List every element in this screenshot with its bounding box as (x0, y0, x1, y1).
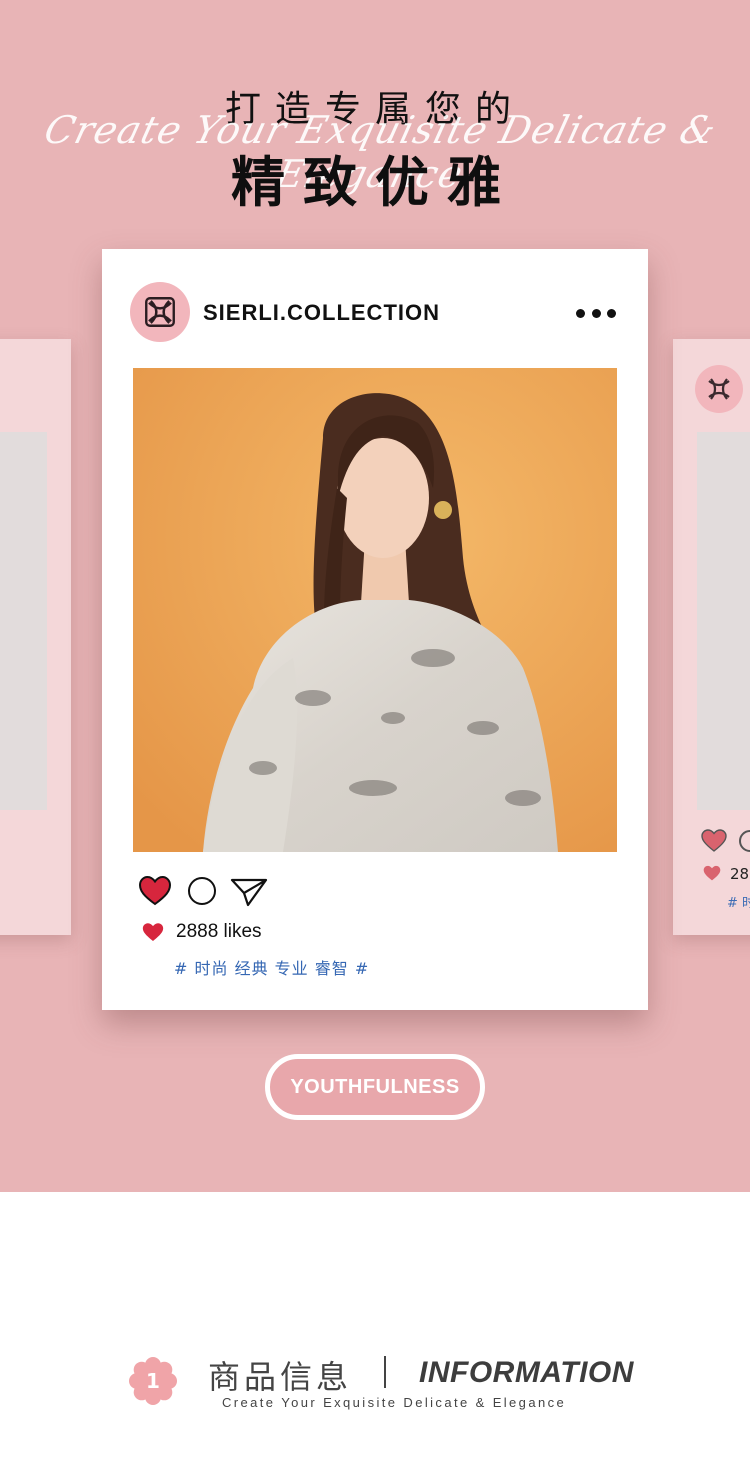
info-subtitle: Create Your Exquisite Delicate & Eleganc… (222, 1395, 567, 1410)
info-divider (384, 1356, 386, 1388)
section-number: 1 (146, 1369, 160, 1393)
more-dots-icon[interactable] (576, 307, 616, 319)
post-card: SIERLI.COLLECTION 2888 likes # 时尚 经典 专业 … (102, 249, 648, 1010)
hero-section: 打造专属您的 Create Your Exquisite Delicate & … (0, 0, 750, 1192)
post-photo (133, 368, 617, 852)
likes-row: 2888 likes (142, 921, 262, 943)
likes-heart-icon (142, 922, 164, 941)
side-card-right-image (697, 432, 750, 810)
section-number-flower-icon: 1 (129, 1357, 177, 1405)
comment-icon[interactable] (188, 877, 216, 905)
side-heart-icon (701, 829, 727, 852)
like-heart-icon[interactable] (138, 875, 172, 907)
side-card-right: 28 # 时 (673, 339, 750, 935)
side-card-avatar (695, 365, 743, 413)
info-title-cn: 商品信息 (208, 1358, 353, 1396)
post-hashtags[interactable]: # 时尚 经典 专业 睿智 # (174, 955, 369, 979)
side-card-left-image (0, 432, 47, 810)
side-likes-count: 28 (730, 865, 750, 883)
likes-count[interactable]: 2888 likes (176, 921, 262, 943)
side-comment-icon (739, 830, 750, 852)
profile-handle[interactable]: SIERLI.COLLECTION (203, 300, 440, 326)
info-title-en: INFORMATION (419, 1356, 634, 1389)
style-badge: YOUTHFULNESS (265, 1054, 485, 1120)
side-likes-heart-icon (703, 865, 721, 881)
side-tags: # 时 (727, 896, 750, 911)
profile-avatar[interactable] (130, 282, 190, 342)
brand-logo-icon (145, 297, 175, 327)
hero-title-main: 精致优雅 (231, 151, 519, 214)
style-badge-label: YOUTHFULNESS (290, 1075, 460, 1098)
send-icon[interactable] (230, 877, 268, 907)
brand-logo-icon (708, 378, 730, 400)
model-illustration (133, 368, 617, 852)
side-card-left (0, 339, 71, 935)
